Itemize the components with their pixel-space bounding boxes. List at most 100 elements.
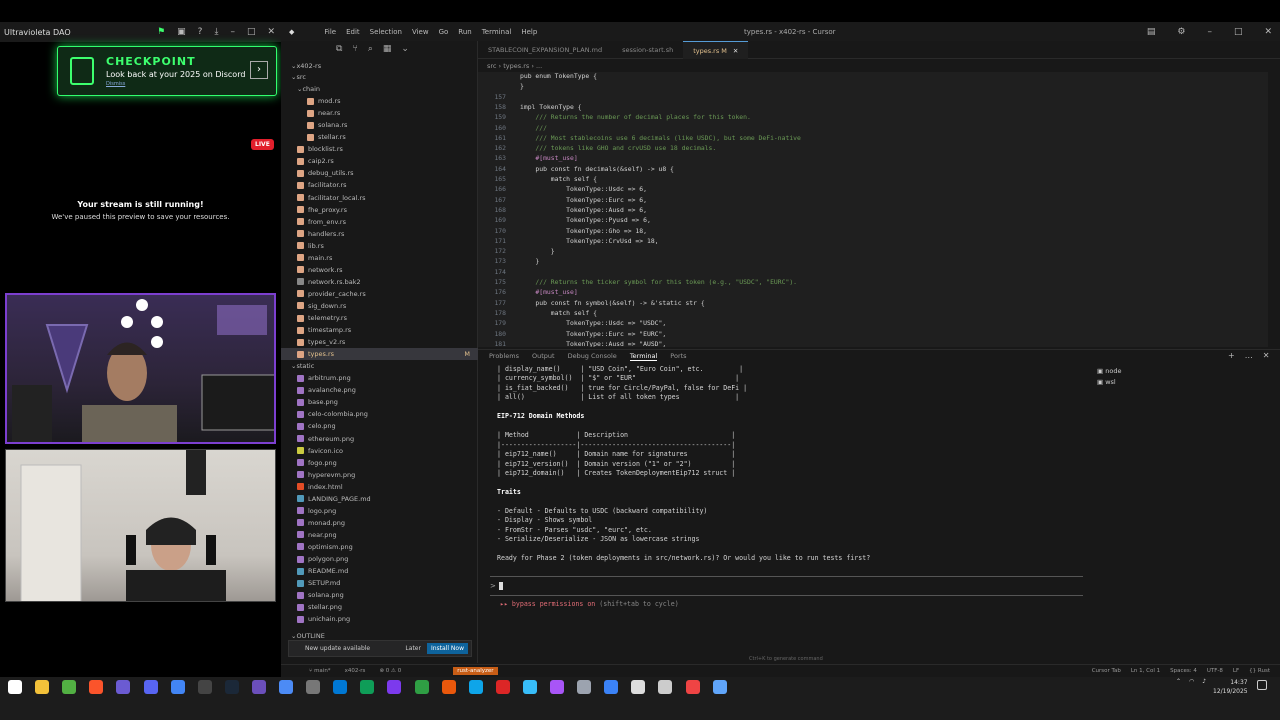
menu-terminal[interactable]: Terminal xyxy=(482,28,512,36)
tab-stablecoin-plan[interactable]: STABLECOIN_EXPANSION_PLAN.md xyxy=(478,41,612,59)
help-icon[interactable]: ? xyxy=(198,27,203,37)
file-item[interactable]: solana.rs xyxy=(281,119,478,131)
settings-gear-icon[interactable]: ⚙ xyxy=(1177,27,1185,37)
taskbar-app-icon[interactable] xyxy=(495,680,510,694)
taskbar-app-icon[interactable] xyxy=(468,680,483,694)
discord-checkpoint-banner[interactable]: CHECKPOINT Look back at your 2025 on Dis… xyxy=(57,46,277,96)
file-item[interactable]: index.html xyxy=(281,481,478,493)
file-item[interactable]: sig_down.rs xyxy=(281,300,478,312)
file-item[interactable]: facilitator.rs xyxy=(281,179,478,191)
file-item[interactable]: fogo.png xyxy=(281,457,478,469)
install-now-button[interactable]: Install Now xyxy=(426,643,468,654)
chevron-down-icon[interactable]: ⌄ xyxy=(401,44,409,54)
file-item[interactable]: optimism.png xyxy=(281,541,478,553)
file-item[interactable]: ethereum.png xyxy=(281,433,478,445)
taskbar-vs-icon[interactable] xyxy=(116,680,131,694)
file-item[interactable]: avalanche.png xyxy=(281,384,478,396)
taskbar-edge-icon[interactable] xyxy=(360,680,375,694)
taskbar-steam-icon[interactable] xyxy=(224,680,239,694)
search-icon[interactable]: ⌕ xyxy=(368,44,373,54)
file-item[interactable]: unichain.png xyxy=(281,613,478,625)
file-item[interactable]: polygon.png xyxy=(281,553,478,565)
folder-item[interactable]: ⌄ static xyxy=(281,360,478,372)
taskbar-app-icon[interactable] xyxy=(712,680,727,694)
taskbar-app-icon[interactable] xyxy=(251,680,266,694)
file-item[interactable]: types.rs M xyxy=(281,348,478,361)
file-item[interactable]: base.png xyxy=(281,396,478,408)
network-icon[interactable]: ◠ xyxy=(1189,678,1194,685)
copy-icon[interactable]: ⧉ xyxy=(336,44,342,54)
menu-file[interactable]: File xyxy=(324,28,336,36)
problems-count[interactable]: ⊗ 0 ⚠ 0 xyxy=(379,668,401,674)
file-item[interactable]: SETUP.md xyxy=(281,577,478,589)
file-item[interactable]: favicon.ico xyxy=(281,445,478,457)
window-minimize-icon[interactable]: – xyxy=(1207,27,1212,37)
file-item[interactable]: near.rs xyxy=(281,107,478,119)
extensions-icon[interactable]: ▦ xyxy=(383,44,392,54)
window-maximize-icon[interactable]: □ xyxy=(1234,27,1243,37)
tray-chevron-icon[interactable]: ⌃ xyxy=(1176,678,1181,685)
code-editor[interactable]: pub enum TokenType {} 157 158 impl TokenTyp… xyxy=(478,72,1268,347)
file-item[interactable]: logo.png xyxy=(281,505,478,517)
file-item[interactable]: near.png xyxy=(281,529,478,541)
menu-go[interactable]: Go xyxy=(439,28,449,36)
branch-status[interactable]: ⑂ main* xyxy=(309,668,331,674)
tab-terminal[interactable]: Terminal xyxy=(629,352,658,361)
taskbar-file-explorer-icon[interactable] xyxy=(35,680,50,694)
taskbar-app-icon[interactable] xyxy=(522,680,537,694)
file-item[interactable]: LANDING_PAGE.md xyxy=(281,493,478,505)
taskbar-discord-icon[interactable] xyxy=(143,680,158,694)
taskbar-app-icon[interactable] xyxy=(279,680,293,694)
layout-icon[interactable]: ▤ xyxy=(1147,27,1156,37)
taskbar-terminal-icon[interactable] xyxy=(414,680,429,694)
tab-close-icon[interactable]: ✕ xyxy=(733,47,738,55)
taskbar-xbox-icon[interactable] xyxy=(62,680,77,694)
tab-debug-console[interactable]: Debug Console xyxy=(568,352,617,361)
file-item[interactable]: monad.png xyxy=(281,517,478,529)
file-item[interactable]: arbitrum.png xyxy=(281,372,478,384)
file-item[interactable]: mod.rs xyxy=(281,95,478,107)
file-item[interactable]: facilitator_local.rs xyxy=(281,192,478,204)
file-item[interactable]: from_env.rs xyxy=(281,216,478,228)
session-wsl[interactable]: ▣ wsl xyxy=(1097,378,1121,386)
file-item[interactable]: network.rs.bak2 xyxy=(281,276,478,288)
taskbar-brave-icon[interactable] xyxy=(89,680,104,694)
status-indent[interactable]: Spaces: 4 xyxy=(1170,668,1197,674)
status-cursor-tab[interactable]: Cursor Tab xyxy=(1092,668,1121,674)
menu-edit[interactable]: Edit xyxy=(346,28,360,36)
tab-types-rs[interactable]: types.rs M ✕ xyxy=(683,41,749,59)
folder-item[interactable]: ⌄ src xyxy=(281,71,478,83)
file-item[interactable]: fhe_proxy.rs xyxy=(281,204,478,216)
taskbar-start-icon[interactable] xyxy=(8,680,22,694)
rust-analyzer-status[interactable]: rust-analyzer xyxy=(453,667,498,675)
more-icon[interactable]: … xyxy=(1245,351,1253,360)
taskbar-chrome-icon[interactable] xyxy=(170,680,185,694)
taskbar-visual-studio-icon[interactable] xyxy=(387,680,402,694)
file-item[interactable]: stellar.rs xyxy=(281,131,478,143)
file-item[interactable]: caip2.rs xyxy=(281,155,478,167)
screen-icon[interactable]: ▣ xyxy=(177,27,186,37)
file-item[interactable]: celo.png xyxy=(281,420,478,432)
panel-close-icon[interactable]: ✕ xyxy=(1263,351,1270,360)
taskbar-vscode-icon[interactable] xyxy=(333,680,348,694)
taskbar-app-icon[interactable] xyxy=(550,680,564,694)
taskbar-app-icon[interactable] xyxy=(441,680,456,694)
git-branch-icon[interactable]: ⑂ xyxy=(352,44,357,54)
file-item[interactable]: types_v2.rs xyxy=(281,336,478,348)
file-item[interactable]: network.rs xyxy=(281,264,478,276)
menu-help[interactable]: Help xyxy=(521,28,537,36)
file-item[interactable]: main.rs xyxy=(281,252,478,264)
maximize-icon[interactable]: □ xyxy=(247,27,256,37)
taskbar-app-icon[interactable] xyxy=(577,680,592,694)
file-item[interactable]: lib.rs xyxy=(281,240,478,252)
file-item[interactable]: timestamp.rs xyxy=(281,324,478,336)
banner-dismiss-link[interactable]: Dismiss xyxy=(106,81,125,87)
menu-view[interactable]: View xyxy=(412,28,429,36)
tab-ports[interactable]: Ports xyxy=(670,352,686,361)
status-encoding[interactable]: UTF-8 xyxy=(1207,668,1223,674)
menu-selection[interactable]: Selection xyxy=(370,28,402,36)
file-item[interactable]: provider_cache.rs xyxy=(281,288,478,300)
taskbar-app-icon[interactable] xyxy=(685,680,700,694)
taskbar-obs-icon[interactable] xyxy=(197,680,212,694)
file-item[interactable]: handlers.rs xyxy=(281,228,478,240)
